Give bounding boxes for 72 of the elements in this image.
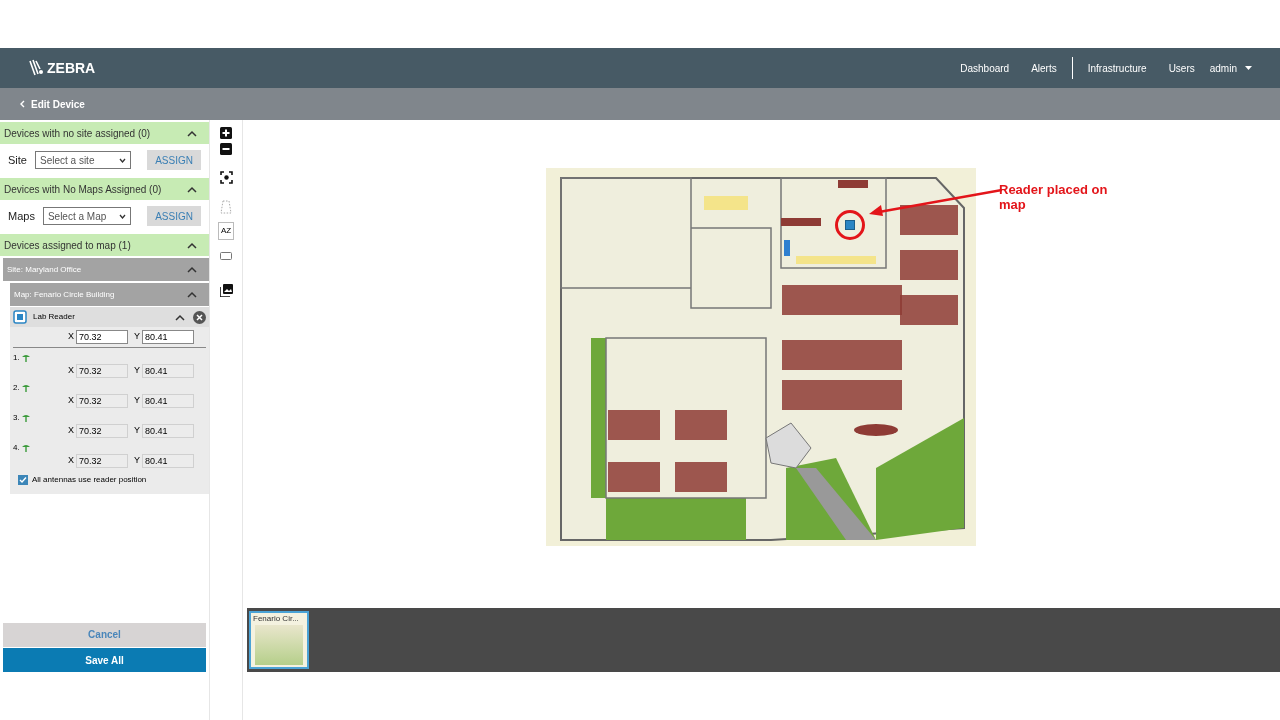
antenna-number: 4. [13,442,20,454]
x-field[interactable]: 70.32 [76,424,128,438]
select-field[interactable]: Select a Map [42,207,132,225]
coordinate-label: X [67,330,74,344]
save-all-button[interactable]: Save All [3,648,206,672]
sort-button[interactable]: AZ [217,222,235,240]
coordinate-label: Y [134,364,140,378]
rectangle-icon[interactable] [220,252,232,260]
section-header[interactable]: Devices with No Maps Assigned (0) [0,178,209,200]
arrow-icon [867,188,1002,216]
section-title: Devices assigned to map (1) [4,238,131,253]
close-icon[interactable] [193,310,206,324]
user-menu[interactable]: admin [1205,60,1252,76]
dotted-shape-icon[interactable] [220,200,232,214]
y-field[interactable]: 80.41 [142,454,194,468]
nav-link[interactable]: Users [1157,60,1206,76]
y-field[interactable]: 80.41 [142,424,194,438]
field-label: Maps [8,208,35,224]
zebra-logo-icon [28,59,44,77]
y-field[interactable]: 80.41 [142,394,194,408]
chevron-icon[interactable] [187,291,197,298]
section-title: Devices with No Maps Assigned (0) [4,182,162,197]
reader-marker-highlight [835,210,865,240]
x-field[interactable]: 70.32 [76,394,128,408]
focus-icon[interactable] [219,171,233,184]
antenna-number: 2. [13,382,20,394]
zoom-in-icon[interactable] [220,127,232,139]
coordinate-label: X [67,424,74,438]
select-field[interactable]: Select a site [34,151,132,169]
coordinate-label: Y [134,394,140,408]
section-header[interactable]: Devices with no site assigned (0) [0,122,209,144]
back-chevron-icon [20,100,25,108]
antenna-icon [21,354,30,362]
checkbox[interactable] [18,475,28,485]
map-thumbnail[interactable]: Fenario Cir... [249,611,309,669]
zoom-out-icon[interactable] [220,143,232,155]
logo-text: ZEBRA [47,58,96,78]
chevron-icon[interactable] [187,241,197,249]
chevron-icon[interactable] [187,185,197,193]
map-preview-drawing [255,625,303,665]
coordinate-label: X [67,454,74,468]
chevron-icon[interactable] [187,266,197,273]
chevron-icon[interactable] [187,129,197,137]
image-icon[interactable] [219,284,233,297]
antenna-icon [21,414,30,422]
back-link[interactable]: Edit Device [20,96,85,112]
antenna-icon [21,384,30,392]
x-field[interactable]: 70.32 [76,330,128,344]
antenna-number: 1. [13,352,20,364]
dropdown-arrow-icon [1245,66,1252,70]
y-field[interactable]: 80.41 [142,364,194,378]
antenna-number: 3. [13,412,20,424]
nav-link[interactable]: Dashboard [949,60,1021,76]
section-title: Devices with no site assigned (0) [4,126,151,141]
annotation-text: Reader placed on map [999,182,1109,212]
section-header[interactable]: Devices assigned to map (1) [0,234,209,256]
nav-link[interactable]: Infrastructure [1076,60,1158,76]
field-label: Site [8,152,27,168]
antenna-icon [21,444,30,452]
chevron-icon[interactable] [175,313,185,321]
x-field[interactable]: 70.32 [76,454,128,468]
device-name: Lab Reader [33,311,75,323]
x-field[interactable]: 70.32 [76,364,128,378]
checkbox-label: All antennas use reader position [32,474,147,486]
nav-link[interactable]: Alerts [1020,60,1068,76]
coordinate-label: Y [134,424,140,438]
coordinate-label: X [67,364,74,378]
coordinate-label: X [67,394,74,408]
coordinate-label: Y [134,330,140,344]
y-field[interactable]: 80.41 [142,330,194,344]
coordinate-label: Y [134,454,140,468]
reader-icon [13,310,27,324]
